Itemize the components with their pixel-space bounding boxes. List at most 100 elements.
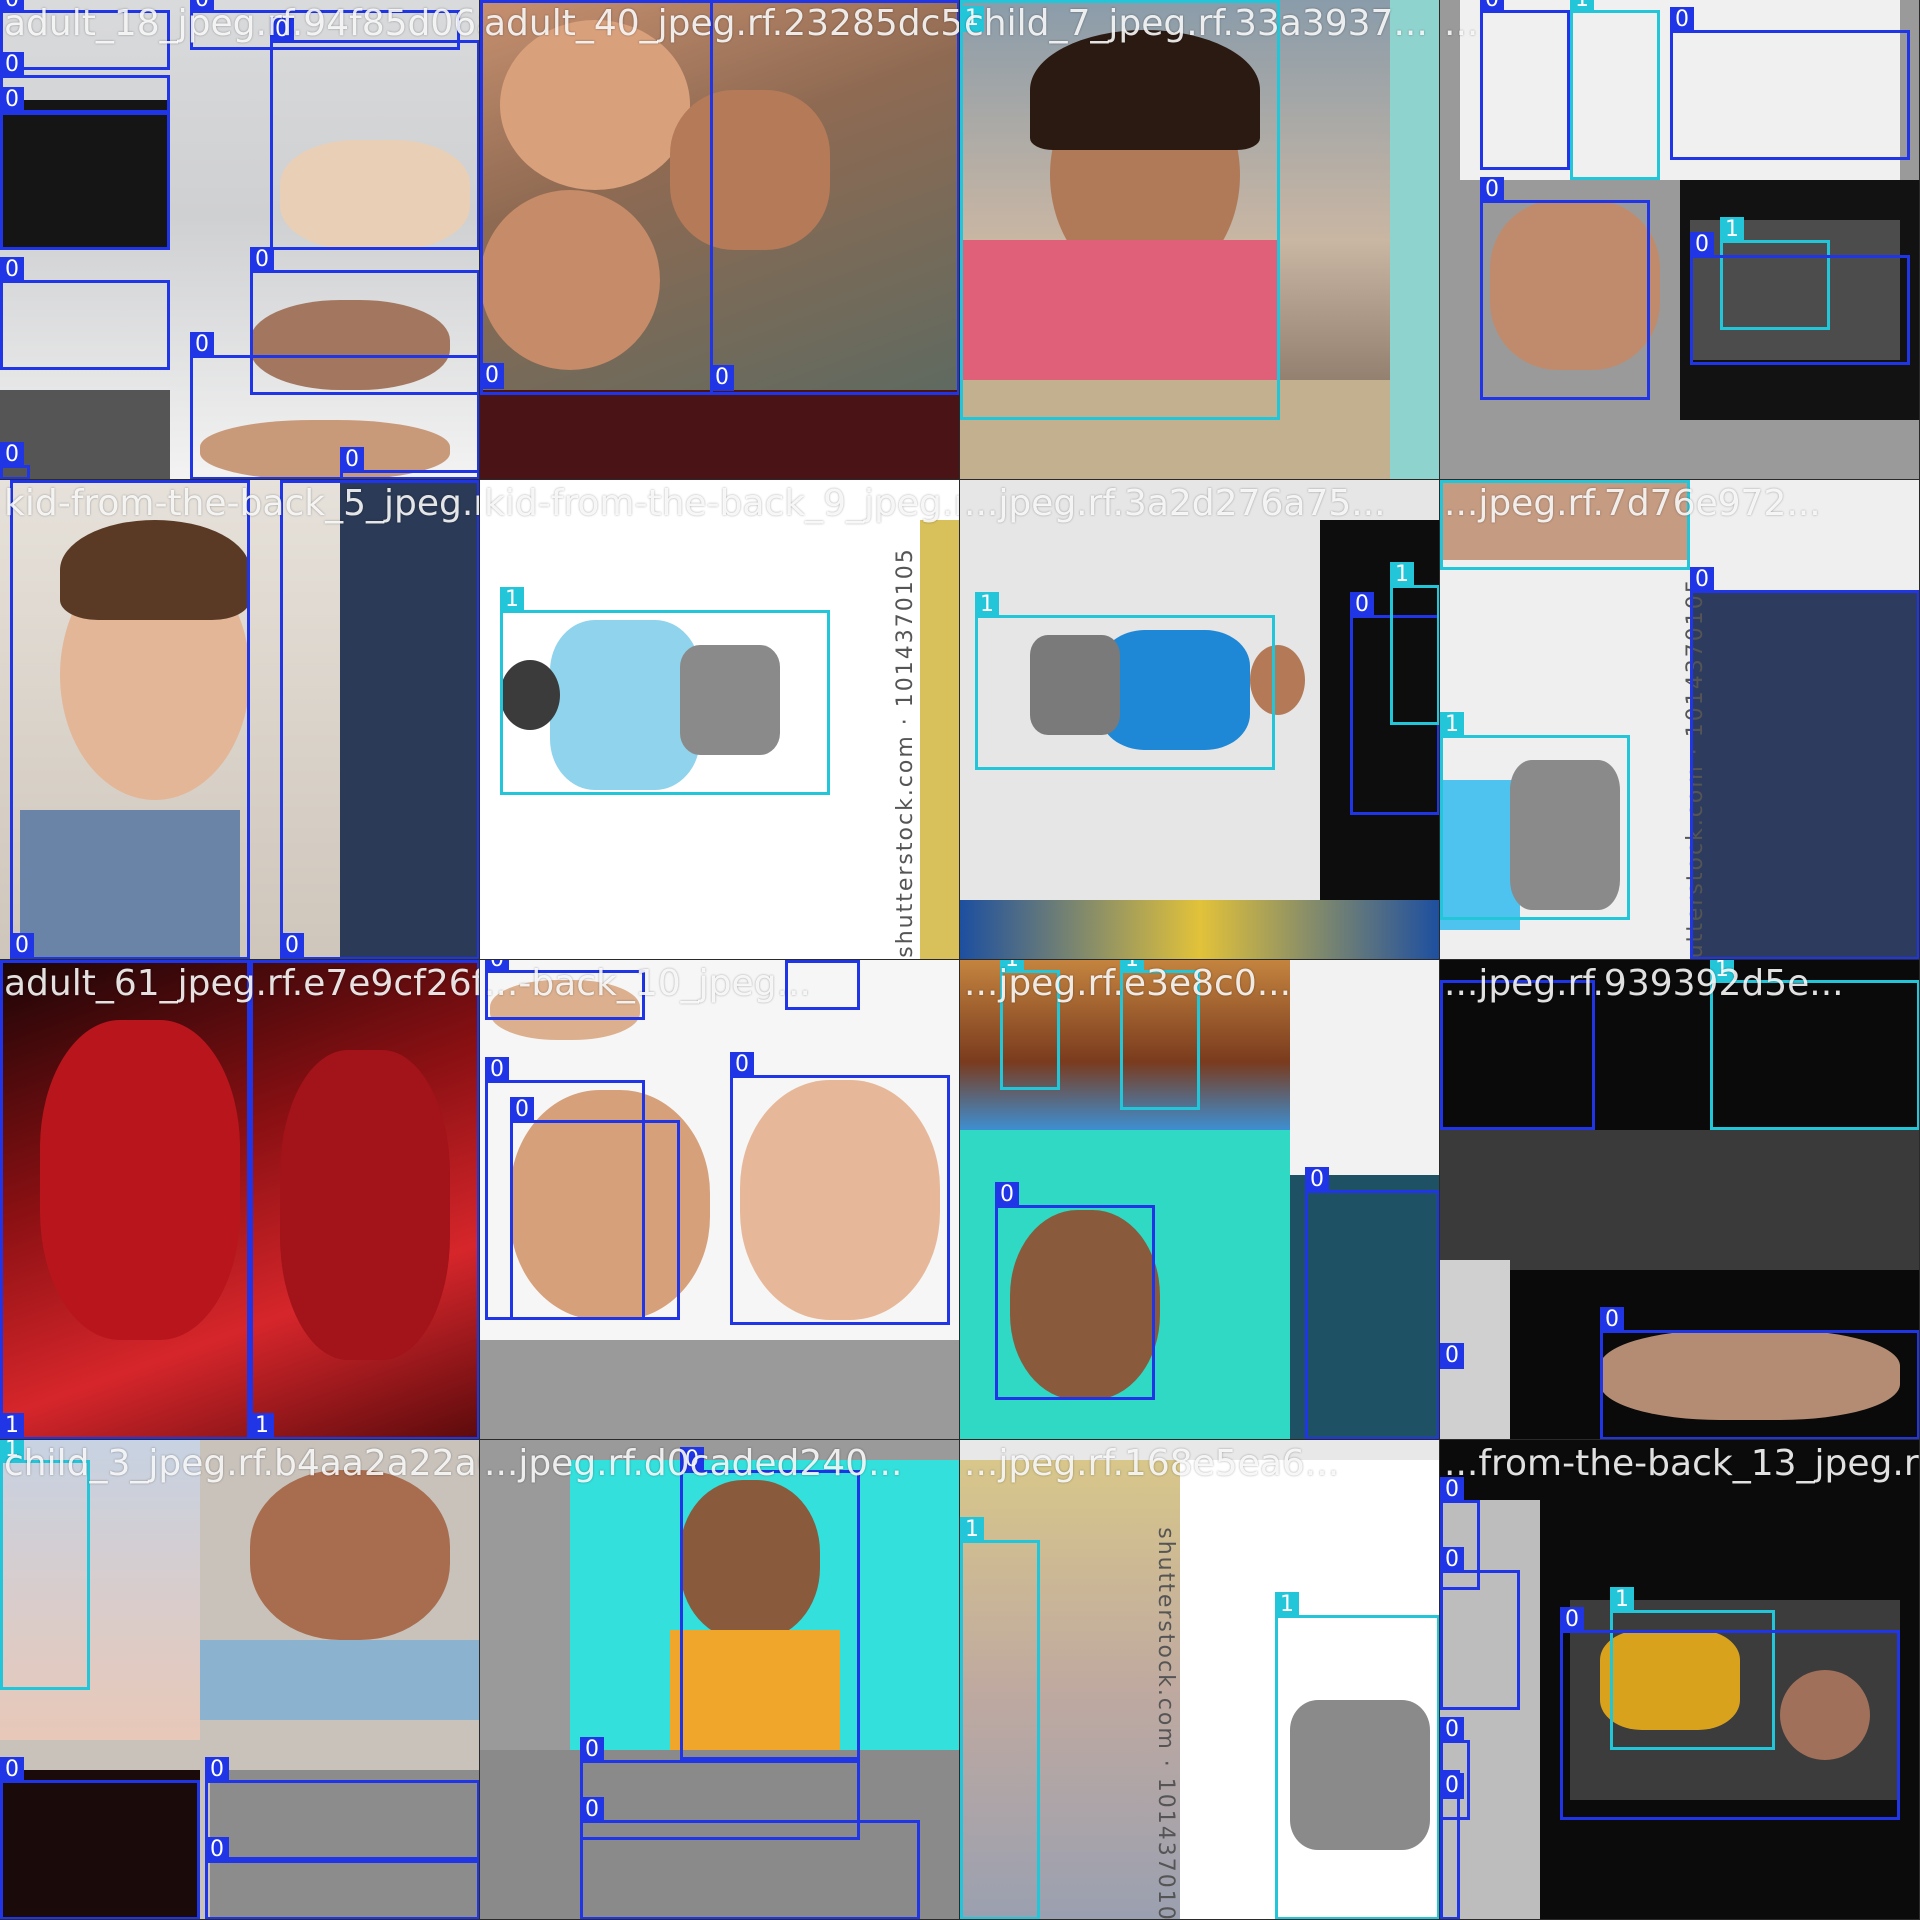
yellow-panel — [920, 520, 959, 959]
detection-box: 1 — [1275, 1592, 1439, 1919]
detection-box: 0 — [1600, 1307, 1919, 1439]
colorful-strip — [960, 900, 1439, 959]
class-label: 0 — [1350, 592, 1374, 618]
book-stack — [200, 1640, 479, 1720]
detection-box: 0 — [1440, 1547, 1520, 1710]
detection-box: 0 — [1440, 1770, 1464, 1919]
class-label: 0 — [0, 0, 24, 13]
class-label: 1 — [975, 592, 999, 618]
detection-box: 0 — [1480, 177, 1650, 400]
class-label: 0 — [1670, 7, 1694, 33]
source-filename: ...from-the-back_13_jpeg.rf... — [1444, 1443, 1920, 1484]
class-label: 0 — [1305, 1167, 1329, 1193]
detection-box: 0 — [0, 257, 170, 370]
mosaic-tile: 0 0 0 0 0 ...-back_10_jpeg... — [480, 960, 960, 1440]
detection-box: 0 — [340, 447, 479, 479]
detection-box: 0 — [1305, 1167, 1439, 1439]
class-label: 1 — [1390, 562, 1414, 588]
detection-box: 1 — [0, 960, 250, 1439]
detection-box: 1 — [1440, 480, 1690, 570]
class-label: 0 — [250, 247, 274, 273]
class-label: 0 — [580, 1797, 604, 1823]
class-label: 0 — [580, 1737, 604, 1763]
detection-box: 1 — [975, 592, 1275, 770]
detection-box: 0 — [710, 0, 959, 395]
class-label: 0 — [0, 442, 24, 468]
mosaic-tile: 1 1 adult_61_jpeg.rf.e7e9cf26fe... — [0, 960, 480, 1440]
class-label: 0 — [995, 1182, 1019, 1208]
detection-box: 0 — [995, 1182, 1155, 1400]
class-label: 0 — [0, 1757, 24, 1783]
class-label: 1 — [960, 6, 984, 32]
source-filename: ...jpeg.rf.3a2d276a75... — [964, 483, 1386, 524]
class-label: 1 — [1120, 960, 1144, 973]
mosaic-tile: 0 0 0 0 1 0 ...from-the-back_13_jpeg.rf.… — [1440, 1440, 1920, 1920]
detection-box: 0 — [0, 1757, 200, 1919]
detection-box: 1 — [1710, 960, 1919, 1130]
mosaic-tile: 0 0 1 ...jpeg.rf.939392d5e... — [1440, 960, 1920, 1440]
detection-box: 0 — [205, 1837, 479, 1919]
detection-box: 0 — [510, 1097, 680, 1320]
detection-box: 0 — [1480, 0, 1570, 170]
class-label: 0 — [1690, 232, 1714, 258]
class-label: 1 — [1440, 712, 1464, 738]
detection-box: 1 — [960, 0, 1280, 420]
mosaic-tile: 0 0 0 0 0 0 0 0 0 0 adult_18_jpeg.rf.94f… — [0, 0, 480, 480]
class-label: 0 — [1690, 567, 1714, 593]
class-label: 1 — [1570, 0, 1594, 13]
mosaic-tile: 0 0 adult_40_jpeg.rf.23285dc5... — [480, 0, 960, 480]
detection-box: 0 — [190, 0, 460, 50]
detection-box: 0 — [0, 442, 30, 479]
class-label: 0 — [680, 1447, 704, 1473]
watermark: shutterstock.com · 1014370105 — [1152, 1527, 1178, 1920]
mosaic-tile: 0 0 0 ...jpeg.rf.d0caded240... — [480, 1440, 960, 1920]
teal-panel — [1390, 0, 1439, 479]
detection-box: 0 — [0, 87, 170, 250]
class-label: 0 — [0, 257, 24, 283]
class-label: 0 — [1480, 0, 1504, 13]
detection-box: 1 — [1120, 960, 1200, 1110]
detection-box: 0 — [0, 0, 170, 70]
dark-region — [480, 390, 959, 479]
class-label: 0 — [485, 960, 509, 973]
class-label: 0 — [10, 933, 34, 959]
class-label: 0 — [1600, 1307, 1624, 1333]
watermark: shutterstock.com · 1014370105 — [892, 547, 918, 958]
mosaic-tile: 1 0 1 ...jpeg.rf.3a2d276a75... — [960, 480, 1440, 960]
detection-box: 1 — [1000, 960, 1060, 1090]
detection-box: 0 — [785, 960, 860, 1010]
detection-box: 0 — [580, 1797, 920, 1919]
detection-box: 0 — [1690, 567, 1919, 959]
detection-box: 1 — [0, 1440, 90, 1690]
class-label: 1 — [1710, 960, 1734, 983]
class-label: 0 — [480, 363, 504, 389]
class-label: 1 — [500, 587, 524, 613]
class-label: 0 — [0, 87, 24, 113]
class-label: 0 — [730, 1052, 754, 1078]
class-label: 0 — [190, 0, 214, 13]
detection-box: 0 — [680, 1447, 860, 1760]
face-photo — [250, 1470, 450, 1640]
class-label: 1 — [1720, 217, 1744, 243]
detection-box: 0 — [1440, 980, 1595, 1369]
class-label: 0 — [1440, 1717, 1464, 1743]
detection-box: 0 — [270, 17, 479, 250]
class-label: 0 — [510, 1097, 534, 1123]
mosaic-tile: shutterstock.com · 1014370105 1 0 1 ...j… — [1440, 480, 1920, 960]
class-label: 0 — [1440, 1773, 1464, 1799]
mosaic-tile: shutterstock.com · 1014370105 1 kid-from… — [480, 480, 960, 960]
detection-box: 0 — [1690, 232, 1910, 365]
augmented-image-mosaic: 0 0 0 0 0 0 0 0 0 0 adult_18_jpeg.rf.94f… — [0, 0, 1920, 1920]
detection-box: 0 — [485, 960, 645, 1020]
class-label: 1 — [1610, 1587, 1634, 1613]
class-label: 1 — [1000, 960, 1024, 973]
class-label: 0 — [0, 52, 24, 78]
detection-box: 0 — [280, 480, 479, 959]
detection-box: 1 — [1390, 562, 1439, 725]
class-label: 1 — [960, 1517, 984, 1543]
class-label: 0 — [1560, 1607, 1584, 1633]
detection-box: 0 — [10, 480, 250, 959]
detection-box: 0 — [1560, 1607, 1900, 1820]
class-label: 0 — [340, 447, 364, 473]
detection-box: 0 — [1670, 7, 1910, 160]
